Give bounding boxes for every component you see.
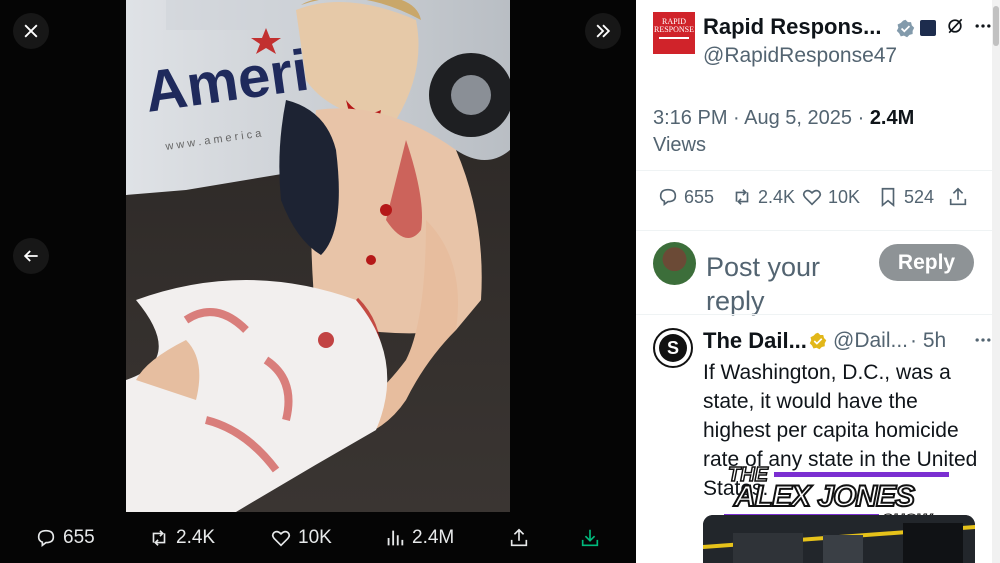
arrow-left-icon [23, 250, 38, 262]
reply-avatar-letter: S [659, 334, 687, 362]
media-action-bar: 655 2.4K 10K 2.4M [0, 512, 636, 563]
views-chart-icon [387, 530, 404, 546]
like-count: 10K [828, 186, 861, 207]
heart-icon [271, 530, 291, 547]
author-name[interactable]: Rapid Respons... [703, 14, 881, 40]
reply-author-avatar[interactable]: S [653, 328, 693, 368]
repost-stat-button[interactable]: 2.4K [731, 186, 795, 208]
previous-media-button[interactable] [13, 238, 49, 274]
share-icon [949, 187, 967, 206]
divider [636, 230, 992, 231]
reply-icon [659, 188, 677, 206]
bookmark-stat-button[interactable]: 524 [877, 186, 934, 208]
share-icon [510, 528, 528, 547]
post-time[interactable]: 3:16 PM · Aug 5, 2025 · [653, 107, 864, 129]
more-options-icon[interactable] [973, 16, 993, 36]
viewer-reply-count: 655 [63, 527, 95, 548]
user-avatar[interactable] [653, 242, 696, 285]
reply-stat-button[interactable]: 655 [657, 186, 714, 208]
viewer-download-button[interactable] [579, 524, 601, 552]
reply-icon [37, 529, 55, 547]
reply-composer: Post your reply Reply [653, 242, 983, 318]
verified-badge-icon [896, 19, 915, 38]
post-detail-panel: RAPID RESPONSE Rapid Respons... @RapidRe… [636, 0, 1000, 563]
chevrons-right-icon [596, 24, 611, 38]
viewer-view-count: 2.4M [412, 527, 455, 548]
reply-media-thumbnail[interactable] [703, 515, 975, 563]
divider [636, 314, 992, 315]
bookmark-icon [881, 187, 895, 208]
viewer-repost-button[interactable]: 2.4K [148, 524, 215, 552]
scrollbar-thumb[interactable] [993, 6, 999, 46]
repost-count: 2.4K [758, 186, 796, 207]
media-viewer: America w w w . a m e r i c a 655 2.4K 1… [0, 0, 636, 563]
grok-icon[interactable] [945, 16, 965, 36]
reply-button[interactable]: Reply [879, 244, 974, 281]
post-views-label: Views [653, 134, 706, 156]
more-options-icon[interactable] [973, 330, 993, 350]
repost-icon [152, 530, 166, 546]
divider [636, 170, 992, 171]
viewer-like-button[interactable]: 10K [270, 524, 332, 552]
reply-input[interactable]: Post your reply [706, 250, 866, 318]
viewer-repost-count: 2.4K [176, 527, 216, 548]
reply-count: 655 [684, 186, 715, 207]
post-view-count: 2.4M [869, 107, 915, 129]
expand-sidebar-button[interactable] [585, 13, 621, 49]
viewer-like-count: 10K [298, 527, 332, 548]
bookmark-count: 524 [904, 186, 935, 207]
close-button[interactable] [13, 13, 49, 49]
viewer-reply-button[interactable]: 655 [35, 524, 95, 552]
reply-author-handle[interactable]: @Dail... [833, 329, 908, 353]
gold-verified-badge-icon [809, 332, 827, 350]
close-icon [24, 24, 38, 38]
author-avatar-text: RAPID RESPONSE [653, 17, 694, 34]
app-root: America w w w . a m e r i c a 655 2.4K 1… [0, 0, 1000, 563]
heart-icon [802, 189, 822, 206]
like-stat-button[interactable]: 10K [801, 186, 860, 208]
post-stats-row: 655 2.4K 10K 524 [653, 186, 983, 216]
post-author: RAPID RESPONSE Rapid Respons... @RapidRe… [653, 12, 991, 72]
reply-author-name[interactable]: The Dail... [703, 328, 807, 354]
viewer-share-button[interactable] [508, 524, 530, 552]
reply-time[interactable]: · 5h [910, 329, 946, 353]
post-photo[interactable]: America w w w . a m e r i c a [126, 0, 510, 512]
share-stat-button[interactable] [947, 186, 969, 208]
author-handle[interactable]: @RapidResponse47 [703, 44, 897, 68]
viewer-views-button[interactable]: 2.4M [384, 524, 454, 552]
reply-text: If Washington, D.C., was a state, it wou… [703, 361, 978, 500]
repost-icon [735, 189, 749, 205]
affiliate-badge-icon[interactable] [920, 20, 936, 36]
author-avatar[interactable]: RAPID RESPONSE [653, 12, 695, 54]
post-timestamp: 3:16 PM · Aug 5, 2025 · 2.4M Views [653, 105, 973, 159]
panel-scrollbar[interactable] [992, 0, 1000, 563]
download-icon [581, 529, 599, 547]
